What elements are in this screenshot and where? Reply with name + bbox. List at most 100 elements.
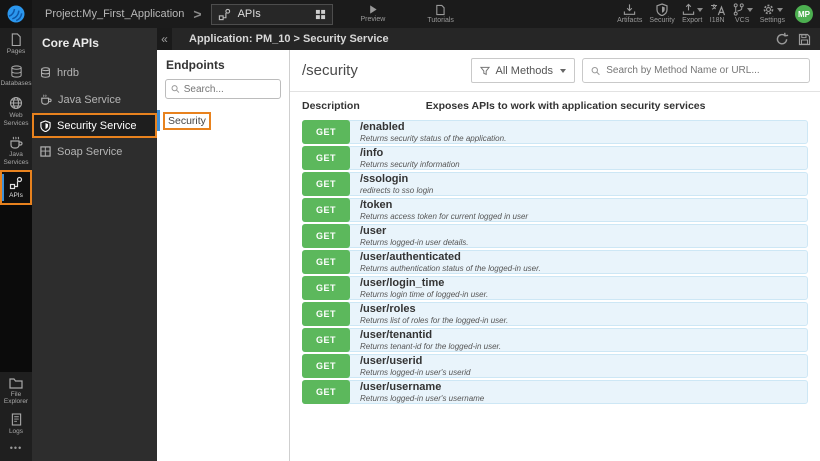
endpoint-path: /user/authenticated	[360, 250, 461, 263]
tutorials-label: Tutorials	[427, 16, 454, 24]
api-row-user-userid[interactable]: GET /user/userid Returns logged-in user'…	[302, 354, 808, 378]
endpoint-description: Returns security status of the applicati…	[360, 133, 507, 143]
sidebar-item-java-services[interactable]: Java Services	[0, 131, 32, 170]
api-row-user-roles[interactable]: GET /user/roles Returns list of roles fo…	[302, 302, 808, 326]
sidebar-item-apis[interactable]: APIs	[0, 170, 32, 205]
i18n-button[interactable]: I18N	[710, 3, 725, 25]
security-api-panel: /security All Methods Descri	[290, 50, 820, 461]
content-column: « Application: PM_10 > Security Service …	[157, 28, 820, 461]
app-window: Project:My_First_Application > APIs Prev…	[0, 0, 820, 461]
left-sidebar: Pages Databases Web Services Java Servic…	[0, 28, 32, 461]
method-badge: GET	[302, 172, 350, 196]
refresh-icon[interactable]	[775, 32, 789, 46]
core-api-item-soap-service[interactable]: Soap Service	[32, 138, 157, 165]
preview-label: Preview	[360, 16, 386, 23]
sidebar-item-file-explorer[interactable]: File Explorer	[0, 372, 32, 408]
search-icon	[171, 85, 180, 93]
tutorials-button[interactable]: Tutorials	[427, 4, 454, 25]
chevron-down-icon	[746, 7, 753, 12]
sidebar-item-label: Pages	[6, 48, 26, 55]
endpoint-path: /ssologin	[360, 172, 409, 185]
sidebar-item-label: Java Services	[3, 151, 29, 166]
endpoint-info: /user/userid Returns logged-in user's us…	[350, 355, 470, 377]
endpoints-title: Endpoints	[166, 58, 225, 72]
api-row-user-tenantid[interactable]: GET /user/tenantid Returns tenant-id for…	[302, 328, 808, 352]
vcs-icon-row	[732, 3, 753, 16]
api-row-info[interactable]: GET /info Returns security information	[302, 146, 808, 170]
endpoint-description: Returns logged-in user's username	[360, 393, 485, 403]
core-api-item-security-service[interactable]: Security Service	[32, 113, 157, 138]
i18n-label: I18N	[709, 17, 725, 24]
methods-filter-label: All Methods	[495, 64, 553, 77]
method-badge: GET	[302, 354, 350, 378]
security-button[interactable]: Security	[649, 3, 675, 25]
api-row-enabled[interactable]: GET /enabled Returns security status of …	[302, 120, 808, 144]
chevron-down-icon	[776, 7, 783, 12]
apis-workspace-dropdown[interactable]: APIs	[210, 3, 333, 25]
method-badge: GET	[302, 198, 350, 222]
api-row-user[interactable]: GET /user Returns logged-in user details…	[302, 224, 808, 248]
description-row: Description Exposes APIs to work with ap…	[290, 92, 820, 118]
vcs-button[interactable]: VCS	[732, 3, 753, 25]
sidebar-item-pages[interactable]: Pages	[0, 28, 32, 60]
sidebar-spacer	[0, 204, 32, 372]
apis-dropdown-label: APIs	[237, 8, 261, 20]
save-icon[interactable]	[798, 33, 811, 46]
endpoint-description: Returns login time of logged-in user.	[360, 289, 489, 299]
header-actions	[775, 32, 820, 46]
sidebar-item-logs[interactable]: Logs	[0, 408, 32, 438]
settings-button[interactable]: Settings	[760, 3, 785, 25]
grid-icon[interactable]	[315, 9, 326, 20]
active-indicator	[2, 174, 4, 201]
api-row-ssologin[interactable]: GET /ssologin redirects to sso login	[302, 172, 808, 196]
endpoint-path: /enabled	[360, 120, 405, 133]
api-row-user-username[interactable]: GET /user/username Returns logged-in use…	[302, 380, 808, 404]
api-row-user-authenticated[interactable]: GET /user/authenticated Returns authenti…	[302, 250, 808, 274]
user-avatar[interactable]: MP	[795, 5, 813, 23]
core-api-item-java-service[interactable]: Java Service	[32, 86, 157, 113]
methods-filter-dropdown[interactable]: All Methods	[470, 58, 575, 83]
coffee-cup-icon	[41, 94, 52, 105]
endpoint-description: Returns list of roles for the logged-in …	[360, 315, 509, 325]
settings-icon-row	[762, 3, 783, 16]
endpoint-info: /user/authenticated Returns authenticati…	[350, 251, 541, 273]
method-badge: GET	[302, 224, 350, 248]
endpoint-description: Returns authentication status of the log…	[360, 263, 541, 273]
topbar-right-group: Artifacts Security Export I18N VCS Setti…	[617, 3, 820, 25]
endpoints-search-input[interactable]	[183, 83, 275, 95]
api-nodes-icon	[218, 8, 230, 20]
endpoint-item-security[interactable]: Security	[157, 110, 289, 131]
artifacts-button[interactable]: Artifacts	[617, 3, 642, 25]
api-panel-header: /security All Methods	[290, 50, 820, 91]
endpoint-path: /user/username	[360, 380, 442, 393]
api-row-user-login-time[interactable]: GET /user/login_time Returns login time …	[302, 276, 808, 300]
method-search-input[interactable]	[606, 65, 801, 76]
endpoint-path: /user	[360, 224, 387, 237]
collapse-panel-button[interactable]: «	[157, 28, 172, 50]
preview-button[interactable]: Preview	[360, 4, 385, 24]
breadcrumb-chevron-icon: >	[193, 6, 202, 22]
shield-icon	[40, 119, 51, 132]
endpoint-description: Returns security information	[360, 159, 460, 169]
export-button[interactable]: Export	[682, 3, 703, 25]
settings-label: Settings	[759, 17, 785, 24]
endpoint-description: redirects to sso login	[360, 185, 434, 195]
api-row-token[interactable]: GET /token Returns access token for curr…	[302, 198, 808, 222]
sidebar-item-web-services[interactable]: Web Services	[0, 91, 32, 131]
vcs-label: VCS	[735, 17, 750, 24]
more-options-button[interactable]: •••	[0, 437, 32, 461]
search-icon	[591, 66, 600, 75]
method-search-box[interactable]	[582, 58, 810, 83]
logo-button[interactable]	[0, 0, 32, 28]
endpoints-search-box[interactable]	[165, 79, 281, 99]
soap-box-icon	[40, 146, 51, 157]
project-name-label[interactable]: Project:My_First_Application	[45, 8, 184, 20]
sidebar-item-databases[interactable]: Databases	[0, 60, 32, 92]
core-api-item-label: Security Service	[57, 119, 137, 132]
topbar-center-group: Preview Tutorials	[360, 0, 454, 28]
core-api-item-hrdb[interactable]: hrdb	[32, 59, 157, 86]
i18n-language-icon	[710, 4, 725, 16]
gear-icon	[763, 4, 774, 15]
chevron-down-icon	[560, 68, 566, 73]
endpoint-description: Returns logged-in user details.	[360, 237, 469, 247]
